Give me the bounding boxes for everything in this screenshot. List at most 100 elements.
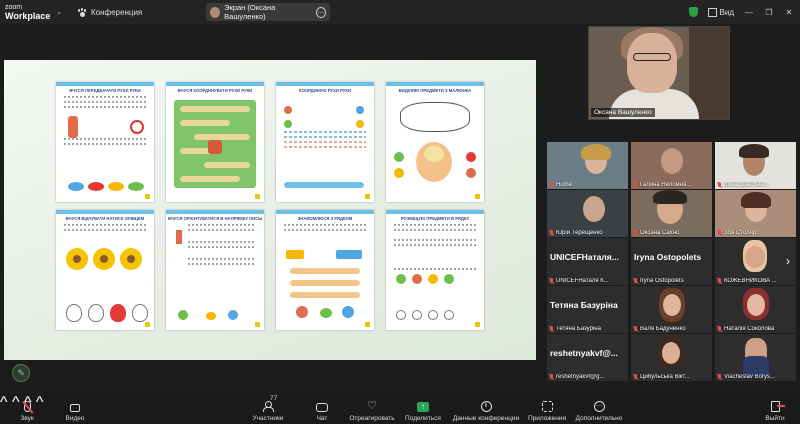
worksheet-page: ЗНАЙОМЛЮСЯ З РЯДКОМ	[276, 210, 374, 330]
participant-tile[interactable]: Home	[547, 142, 628, 189]
participant-name: Оксана Сахно	[633, 230, 679, 236]
worksheet-title: ЗНАЙОМЛЮСЯ З РЯДКОМ	[297, 216, 353, 221]
participant-tile[interactable]: Зоя Столяр	[715, 190, 796, 237]
mic-off-icon	[549, 182, 554, 188]
participant-tile[interactable]: Тетяна Базурiна Тетяна Базурiна	[547, 286, 628, 333]
react-button[interactable]: ♡ Отреагировать	[348, 394, 396, 424]
view-label: Вид	[719, 7, 734, 17]
window-controls: Вид — ❐ ✕	[688, 0, 794, 24]
mic-off-icon	[549, 374, 554, 380]
leave-label: Выйти	[765, 415, 785, 422]
participants-icon	[262, 401, 274, 412]
worksheet-page: ВЧУСЯ ВІДЧУВАТИ НАТИСК ОЛІВЦЕМ	[56, 210, 154, 330]
participant-name: Viacheslav Borys...	[717, 374, 775, 380]
worksheet-title: ВЧУСЯ ПЕРЕДБАЧАТИ РУХИ РУКИ	[69, 88, 141, 93]
participant-name: Юрій Терещенко	[549, 230, 603, 236]
screen-share-label: Экран (Оксана Вашуленко)	[224, 3, 276, 21]
shield-icon[interactable]	[688, 7, 698, 17]
next-page-chevron-icon[interactable]: ›	[786, 254, 790, 268]
mic-off-icon	[633, 182, 638, 188]
mic-off-icon	[549, 230, 554, 236]
participants-count: 77	[270, 395, 278, 402]
participant-tile[interactable]: reshetnyakvf@... reshetnyakvf@g...	[547, 334, 628, 381]
mic-off-icon	[717, 278, 722, 284]
participant-name: Галина Непомня...	[633, 182, 691, 188]
video-button[interactable]: Видео	[60, 394, 90, 424]
annotate-pencil-icon[interactable]: ✎	[12, 364, 30, 382]
worksheet-page: ВЧУСЯ КООРДИНУВАТИ РУХИ РУКИ	[166, 82, 264, 202]
brand-line2: Workplace	[5, 11, 51, 21]
mic-off-icon	[633, 374, 638, 380]
restore-icon[interactable]: ❐	[764, 8, 774, 17]
participant-tile[interactable]: Viacheslav Borys...	[715, 334, 796, 381]
participant-name: Цибульська Вікт...	[633, 374, 690, 380]
participant-name: Тетяна Базурiна	[549, 326, 601, 332]
more-icon: …	[593, 401, 605, 412]
mic-off-icon	[633, 278, 638, 284]
close-icon[interactable]: ✕	[784, 8, 794, 17]
more-button[interactable]: … Дополнительно	[574, 394, 624, 424]
participant-name: Iryna Ostopolets	[633, 278, 684, 284]
participant-name: КОЖЕВНИКОВА ...	[717, 278, 777, 284]
avatar	[210, 6, 221, 18]
meeting-toolbar: Звук ^ Видео ^ Участники 77 ^ Чат ^ ♡ От…	[0, 394, 800, 424]
participant-tile[interactable]: UNICEFНаталя... UNICEFНаталя К...	[547, 238, 628, 285]
chat-button[interactable]: Чат	[312, 394, 332, 424]
chevron-up-icon[interactable]: ^	[0, 394, 8, 411]
participant-gallery: Home Галина Непомня... Ірина Данільче...…	[547, 142, 797, 381]
participant-tile[interactable]: Наталiя Соколова	[715, 286, 796, 333]
mic-off-icon	[633, 230, 638, 236]
participant-name: reshetnyakvf@g...	[549, 374, 604, 380]
info-label: Данные конференции	[452, 415, 520, 422]
worksheet-page: РОЗМІЩУЮ ПРЕДМЕТИ В РЯДКУ	[386, 210, 484, 330]
screen-share-indicator[interactable]: Экран (Оксана Вашуленко) …	[206, 3, 330, 21]
worksheet-title: КООРДИНУЮ РУХИ РУКИ	[299, 88, 351, 93]
mic-off-icon	[633, 326, 638, 332]
zoom-window: zoom Workplace ⌄ Конференция Экран (Окса…	[0, 0, 800, 424]
participant-name: Ірина Данільче...	[717, 182, 770, 188]
participant-tile[interactable]: Ірина Данільче...	[715, 142, 796, 189]
view-button[interactable]: Вид	[707, 7, 734, 17]
mic-off-icon	[549, 278, 554, 284]
minimize-icon[interactable]: —	[744, 8, 754, 17]
video-label: Видео	[65, 415, 85, 422]
mic-off-icon	[717, 326, 722, 332]
participants-button[interactable]: Участники	[246, 394, 290, 424]
shared-screen[interactable]: ВЧУСЯ ПЕРЕДБАЧАТИ РУХИ РУКИ ВЧУСЯ КООРДИ…	[4, 60, 536, 360]
meeting-title-button[interactable]: Конференция	[78, 7, 143, 17]
chat-label: Чат	[316, 415, 328, 422]
participant-tile[interactable]: Цибульська Вікт...	[631, 334, 712, 381]
more-label: Дополнительно	[575, 415, 623, 422]
participant-name: UNICEFНаталя К...	[549, 278, 609, 284]
participant-tile[interactable]: Валя Бадуненко	[631, 286, 712, 333]
participant-tile[interactable]: Оксана Сахно	[631, 190, 712, 237]
worksheet-page: ВЧУСЯ ПЕРЕДБАЧАТИ РУХИ РУКИ	[56, 82, 154, 202]
participant-tile[interactable]: Юрій Терещенко	[547, 190, 628, 237]
info-icon: i	[480, 401, 492, 412]
participant-tile[interactable]: КОЖЕВНИКОВА ...	[715, 238, 796, 285]
more-options-icon[interactable]: …	[315, 6, 326, 18]
participant-tile[interactable]: Iryna Ostopolets Iryna Ostopolets	[631, 238, 712, 285]
video-camera-icon	[70, 404, 80, 412]
meeting-title: Конференция	[91, 7, 143, 17]
participant-tile[interactable]: Галина Непомня...	[631, 142, 712, 189]
mic-off-icon	[717, 374, 722, 380]
title-bar: zoom Workplace ⌄ Конференция Экран (Окса…	[0, 0, 800, 24]
participant-display-name: Iryna Ostopolets	[634, 252, 702, 262]
participant-display-name: reshetnyakvf@...	[550, 348, 618, 358]
speaker-video[interactable]: Оксана Вашуленко	[588, 26, 730, 120]
chevron-down-icon[interactable]: ⌄	[52, 8, 66, 16]
worksheet-page: ВИДІЛЯЮ ПРЕДМЕТИ З МАЛЮНКА	[386, 82, 484, 202]
meeting-info-button[interactable]: i Данные конференции	[452, 394, 520, 424]
worksheet-title: ВЧУСЯ ВІДЧУВАТИ НАТИСК ОЛІВЦЕМ	[65, 216, 145, 221]
leave-button[interactable]: Выйти	[762, 394, 788, 424]
worksheet-page: КООРДИНУЮ РУХИ РУКИ	[276, 82, 374, 202]
react-label: Отреагировать	[349, 415, 395, 422]
audio-button[interactable]: Звук	[14, 394, 40, 424]
zoom-logo: zoom Workplace	[0, 4, 52, 21]
apps-button[interactable]: Приложения	[526, 394, 568, 424]
chat-icon	[316, 403, 328, 412]
share-screen-button[interactable]: ↑ Поделиться	[404, 394, 442, 424]
share-label: Поделиться	[405, 415, 441, 422]
worksheet-page: ВЧУСЯ ОРІЄНТУВАТИСЯ В НАПРЯМКУ ПИСЬМА	[166, 210, 264, 330]
